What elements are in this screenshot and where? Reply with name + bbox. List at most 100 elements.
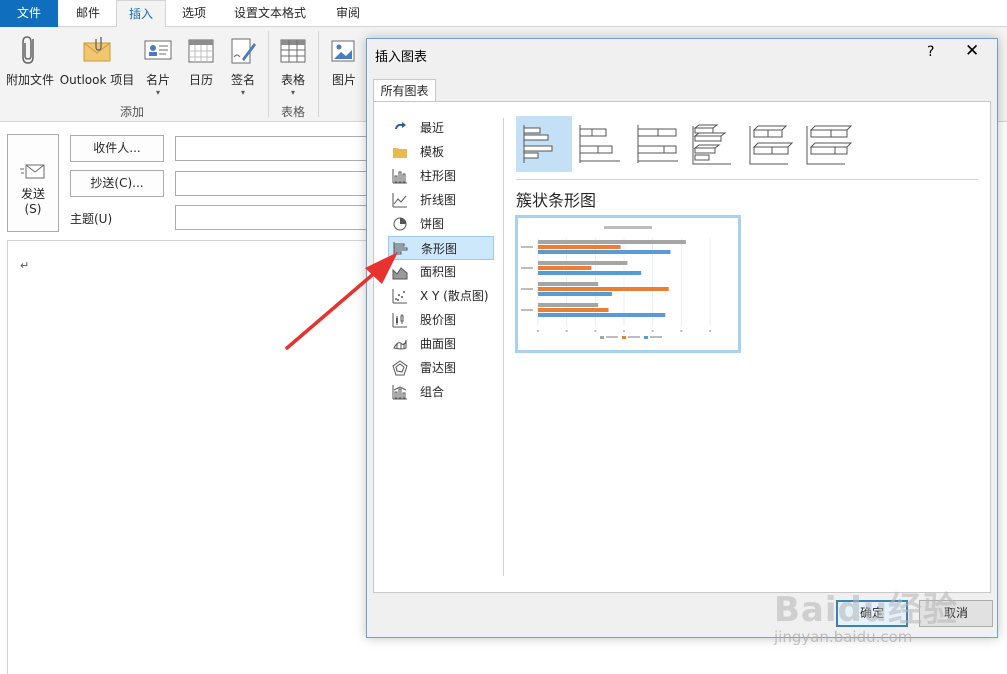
- tab-file[interactable]: 文件: [0, 0, 58, 27]
- preview-legend-mark: [606, 336, 618, 338]
- table-button[interactable]: 表格 ▾: [276, 33, 310, 97]
- preview-category-mark: [521, 267, 533, 269]
- category-recent[interactable]: 最近: [388, 116, 494, 140]
- chevron-down-icon: ▾: [155, 88, 160, 97]
- outlook-item-button[interactable]: Outlook 项目: [58, 33, 136, 88]
- preview-legend-swatch: [644, 336, 648, 339]
- paragraph-mark: ↵: [20, 259, 30, 272]
- category-templates[interactable]: 模板: [388, 140, 494, 164]
- watermark-brand: Baidu经验: [774, 590, 959, 630]
- subtype-clustered-bar[interactable]: [516, 116, 572, 172]
- category-label: 雷达图: [420, 361, 457, 375]
- scatter-chart-icon: [392, 289, 407, 304]
- tab-all-charts[interactable]: 所有图表: [373, 79, 436, 102]
- category-radar[interactable]: 雷达图: [388, 356, 494, 380]
- business-card-label: 名片: [145, 73, 170, 87]
- clustered-bar-icon: [523, 125, 553, 163]
- category-bar[interactable]: 条形图: [388, 236, 494, 260]
- paperclip-icon: [22, 36, 34, 64]
- calendar-button[interactable]: 日历: [184, 33, 218, 88]
- to-input[interactable]: [175, 136, 375, 161]
- insert-chart-dialog: 插入图表 ? ✕ 所有图表 最近 模板 柱形图 折线图 饼图 条形图 面积图 X…: [366, 38, 998, 638]
- category-label: 曲面图: [420, 337, 457, 351]
- subject-input[interactable]: [175, 205, 375, 230]
- radar-chart-icon: [392, 360, 408, 376]
- preview-bar: [538, 308, 609, 312]
- signature-label: 签名: [230, 73, 255, 87]
- send-button[interactable]: 发送 (S): [7, 134, 59, 232]
- preview-title-mark: [604, 226, 652, 229]
- category-label: 饼图: [420, 217, 445, 231]
- preview-bar: [538, 266, 592, 270]
- tab-insert[interactable]: 插入: [116, 0, 166, 28]
- preview-bar: [538, 287, 669, 291]
- category-label: 面积图: [420, 265, 457, 279]
- preview-tick-mark: [709, 330, 711, 332]
- group-label-add: 添加: [120, 105, 145, 119]
- watermark-url: jingyan.baidu.com: [774, 628, 913, 646]
- combo-chart-icon: [392, 385, 407, 400]
- surface-chart-icon: [393, 339, 407, 350]
- tab-options[interactable]: 选项: [170, 0, 218, 27]
- chevron-down-icon: ▾: [290, 88, 295, 97]
- tab-review[interactable]: 审阅: [322, 0, 374, 27]
- table-label: 表格: [280, 73, 305, 87]
- group-divider: [318, 31, 319, 117]
- preview-bar: [538, 245, 621, 249]
- category-surface[interactable]: 曲面图: [388, 332, 494, 356]
- subtype-3d-stacked-bar[interactable]: [744, 116, 800, 172]
- chevron-down-icon: ▾: [240, 88, 245, 97]
- category-stock[interactable]: 股价图: [388, 308, 494, 332]
- help-button[interactable]: ?: [927, 44, 934, 60]
- preview-category-mark: [521, 309, 533, 311]
- category-label: 条形图: [421, 242, 458, 256]
- cc-button[interactable]: 抄送(C)...: [70, 170, 164, 197]
- close-button[interactable]: ✕: [965, 41, 979, 61]
- subtype-3d-clustered-bar[interactable]: [687, 116, 743, 172]
- area-chart-icon: [392, 267, 408, 280]
- to-button[interactable]: 收件人...: [70, 135, 164, 162]
- business-card-button[interactable]: 名片 ▾: [140, 33, 176, 97]
- cc-input[interactable]: [175, 171, 375, 196]
- chart-preview[interactable]: [515, 215, 741, 353]
- 3d-percent-stacked-bar-icon: [806, 125, 853, 165]
- category-line[interactable]: 折线图: [388, 188, 494, 212]
- subtype-100-stacked-bar[interactable]: [630, 116, 686, 172]
- tab-format-text[interactable]: 设置文本格式: [222, 0, 318, 27]
- subtype-divider: [516, 179, 978, 180]
- attach-file-button[interactable]: 附加文件: [4, 33, 56, 88]
- category-scatter[interactable]: X Y (散点图): [388, 284, 494, 308]
- tab-mail[interactable]: 邮件: [62, 0, 114, 27]
- category-label: 柱形图: [420, 169, 457, 183]
- chart-subtype-gallery: [516, 116, 986, 174]
- preview-tick-mark: [680, 330, 683, 332]
- baidu-watermark: Baidu经验 jingyan.baidu.com: [770, 570, 1000, 660]
- send-label: 发送: [20, 187, 45, 201]
- business-card-icon: [144, 40, 172, 60]
- envelope-attach-icon: [83, 37, 111, 62]
- group-divider: [268, 31, 269, 117]
- clustered-bar-preview: [520, 220, 736, 348]
- preview-tick-mark: [594, 330, 597, 332]
- subtype-stacked-bar[interactable]: [572, 116, 628, 172]
- picture-icon: [331, 40, 355, 62]
- category-area[interactable]: 面积图: [388, 260, 494, 284]
- signature-button[interactable]: 签名 ▾: [226, 33, 260, 97]
- calendar-icon: [188, 39, 214, 63]
- percent-stacked-bar-icon: [637, 125, 678, 163]
- subtype-3d-100-stacked-bar[interactable]: [801, 116, 857, 172]
- preview-bar: [538, 303, 599, 307]
- stock-chart-icon: [392, 313, 407, 328]
- chart-category-list: 最近 模板 柱形图 折线图 饼图 条形图 面积图 X Y (散点图) 股价图 曲…: [388, 116, 494, 404]
- category-column[interactable]: 柱形图: [388, 164, 494, 188]
- message-body[interactable]: ↵: [7, 240, 377, 674]
- outlook-item-label: Outlook 项目: [59, 73, 135, 87]
- recent-icon: [395, 122, 406, 129]
- send-shortcut-label: (S): [24, 202, 42, 216]
- picture-button[interactable]: 图片: [326, 33, 362, 88]
- preview-bar: [538, 282, 599, 286]
- preview-bar: [538, 271, 642, 275]
- preview-bar: [538, 292, 612, 296]
- category-combo[interactable]: 组合: [388, 380, 494, 404]
- category-pie[interactable]: 饼图: [388, 212, 494, 236]
